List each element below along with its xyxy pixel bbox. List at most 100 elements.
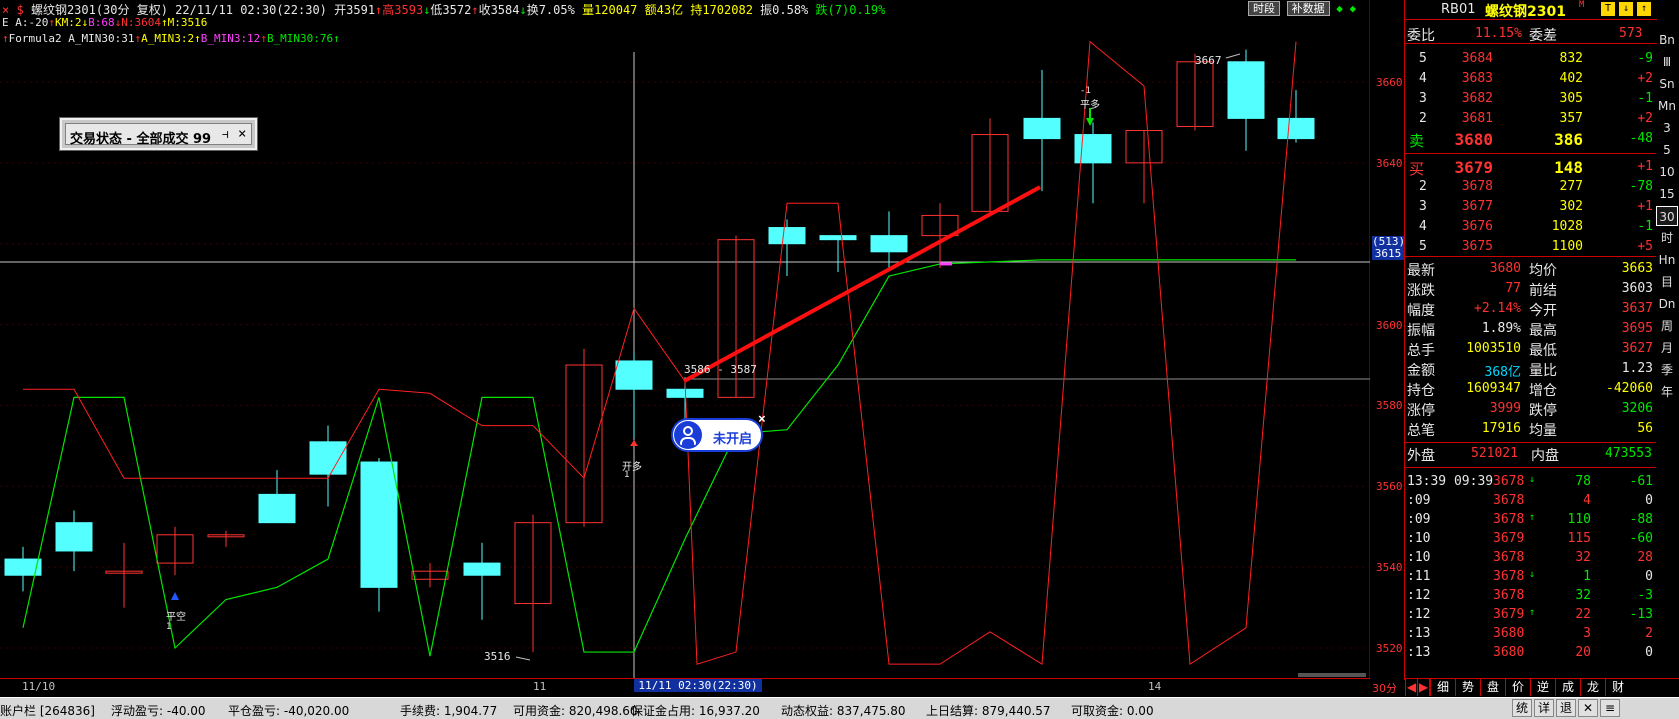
- inner-value: 473553: [1605, 446, 1652, 461]
- tick-row[interactable]: :10 3679 115 -60: [1407, 529, 1653, 549]
- tick-time: 13:39 09:39: [1407, 474, 1494, 489]
- order-level-row[interactable]: 5 3684 832 -9: [1407, 49, 1653, 69]
- period-button[interactable]: Sn: [1656, 74, 1678, 94]
- order-level-row[interactable]: 3 3677 302 +1: [1407, 197, 1653, 217]
- period-button[interactable]: 30: [1656, 206, 1678, 226]
- t-icon[interactable]: T: [1601, 2, 1615, 16]
- stat-label: 最高: [1529, 323, 1557, 339]
- stat-label: 均价: [1529, 263, 1557, 279]
- tab-prev-icon[interactable]: ◀: [1405, 679, 1417, 696]
- diamond-icon[interactable]: ◆: [1336, 2, 1343, 15]
- diamond-icon[interactable]: ◆: [1350, 2, 1357, 15]
- order-level-row[interactable]: 3 3682 305 -1: [1407, 89, 1653, 109]
- trade-status-popup[interactable]: 交易状态 - 全部成交 99 ⊣ ×: [59, 117, 258, 151]
- tool-icon[interactable]: ✕: [1578, 699, 1598, 717]
- panel-tab[interactable]: 价: [1505, 679, 1530, 696]
- candle-down: [55, 522, 93, 552]
- tick-volume: 1: [1583, 569, 1591, 584]
- contract-mark: M: [1579, 0, 1585, 10]
- fill-data-button[interactable]: 补数据: [1286, 1, 1330, 16]
- float-pnl: 浮动盈亏: -40.00: [111, 704, 206, 718]
- order-level-row[interactable]: 买 3679 148 +1: [1407, 157, 1653, 178]
- order-level-row[interactable]: 2 3681 357 +2: [1407, 109, 1653, 129]
- period-button[interactable]: 10: [1656, 162, 1678, 182]
- scroll-handle[interactable]: [1298, 673, 1366, 677]
- stat-row: 振幅 1.89% 最高 3695: [1407, 319, 1653, 339]
- panel-tab[interactable]: 势: [1455, 679, 1480, 696]
- period-button[interactable]: 季: [1656, 360, 1678, 380]
- badge-close-button[interactable]: ×: [758, 412, 766, 427]
- period-button[interactable]: 时: [1656, 228, 1678, 248]
- tick-row[interactable]: :12 3679 ↑ 22 -13: [1407, 605, 1653, 625]
- order-level-row[interactable]: 卖 3680 386 -48: [1407, 129, 1653, 150]
- period-button[interactable]: 年: [1656, 382, 1678, 402]
- tick-price: 3679: [1493, 607, 1525, 622]
- stat-value: 17916: [1481, 421, 1521, 436]
- up-icon[interactable]: ↑: [1637, 2, 1651, 16]
- panel-tab[interactable]: 财: [1605, 679, 1630, 696]
- account-label[interactable]: 账户栏 [264836]: [0, 702, 95, 719]
- price-tick-label: 3540: [1376, 561, 1403, 575]
- tick-price: 3678: [1493, 569, 1525, 584]
- kline-chart[interactable]: [0, 0, 1370, 697]
- tick-row[interactable]: :09 3678 4 0: [1407, 491, 1653, 511]
- list-button[interactable]: 统: [1512, 699, 1532, 717]
- pin-icon[interactable]: ⊣: [222, 128, 229, 141]
- tick-row[interactable]: :13 3680 20 0: [1407, 643, 1653, 663]
- down-icon[interactable]: ↓: [1619, 2, 1633, 16]
- panel-tab[interactable]: 龙: [1580, 679, 1605, 696]
- tick-row[interactable]: 13:39 09:39 3678 ↓ 78 -61: [1407, 472, 1653, 492]
- order-level-row[interactable]: 2 3678 277 -78: [1407, 177, 1653, 197]
- level-volume: 1028: [1551, 219, 1583, 234]
- tick-price: 3680: [1493, 645, 1525, 660]
- stat-value: 368亿: [1484, 365, 1521, 380]
- tick-row[interactable]: :12 3678 32 -3: [1407, 586, 1653, 606]
- level-volume: 832: [1559, 51, 1583, 66]
- period-button[interactable]: 5: [1656, 140, 1678, 160]
- tick-price: 3680: [1493, 626, 1525, 641]
- period-button[interactable]: 月: [1656, 338, 1678, 358]
- level-volume: 357: [1559, 111, 1583, 126]
- high-leader: [1225, 53, 1241, 59]
- period-button[interactable]: 周: [1656, 316, 1678, 336]
- order-level-row[interactable]: 4 3676 1028 -1: [1407, 217, 1653, 237]
- time-segment-button[interactable]: 时段: [1248, 1, 1280, 16]
- tick-row[interactable]: :10 3678 32 28: [1407, 548, 1653, 568]
- detail-button[interactable]: 详: [1534, 699, 1554, 717]
- period-button[interactable]: 3: [1656, 118, 1678, 138]
- tick-row[interactable]: :13 3680 3 2: [1407, 624, 1653, 644]
- period-button[interactable]: Bn: [1656, 30, 1678, 50]
- tab-next-icon[interactable]: ▶: [1417, 679, 1429, 696]
- panel-tab[interactable]: 盘: [1480, 679, 1505, 696]
- period-button[interactable]: Dn: [1656, 294, 1678, 314]
- tick-row[interactable]: :09 3678 ↑ 110 -88: [1407, 510, 1653, 530]
- back-button[interactable]: 退: [1556, 699, 1576, 717]
- tick-row[interactable]: :11 3678 ↓ 1 0: [1407, 567, 1653, 587]
- level-change: +2: [1637, 71, 1653, 86]
- weibi-value: 11.15%: [1475, 26, 1522, 41]
- panel-tab[interactable]: 成: [1555, 679, 1580, 696]
- panel-tab[interactable]: 逆: [1530, 679, 1555, 696]
- stat-value: +2.14%: [1474, 301, 1521, 316]
- indicator-b-min30: B_MIN30:76: [266, 32, 334, 45]
- menu-icon[interactable]: ≡: [1600, 699, 1620, 717]
- period-button[interactable]: Hn: [1656, 250, 1678, 270]
- period-button[interactable]: 目: [1656, 272, 1678, 292]
- order-level-row[interactable]: 5 3675 1100 +5: [1407, 237, 1653, 257]
- period-button[interactable]: Ⅲ: [1656, 52, 1678, 72]
- account-status-badge[interactable]: 未开启: [671, 418, 763, 452]
- range-label: 3586 - 3587: [684, 363, 757, 376]
- stat-row: 涨跌 77 前结 3603: [1407, 279, 1653, 299]
- time-label-2: 11: [533, 680, 547, 693]
- order-level-row[interactable]: 4 3683 402 +2: [1407, 69, 1653, 89]
- panel-tab[interactable]: 细: [1430, 679, 1455, 696]
- popup-close-button[interactable]: ×: [238, 126, 246, 142]
- outer-label: 外盘: [1407, 448, 1435, 464]
- margin-used: 保证金占用: 16,937.20: [631, 704, 760, 718]
- period-button[interactable]: Mn: [1656, 96, 1678, 116]
- outer-inner-row: 外盘 521021 内盘 473553: [1407, 444, 1653, 464]
- close-icon[interactable]: ×: [2, 3, 9, 17]
- period-button[interactable]: 15: [1656, 184, 1678, 204]
- tick-change: 2: [1645, 626, 1653, 641]
- low-label: 3516: [484, 650, 511, 663]
